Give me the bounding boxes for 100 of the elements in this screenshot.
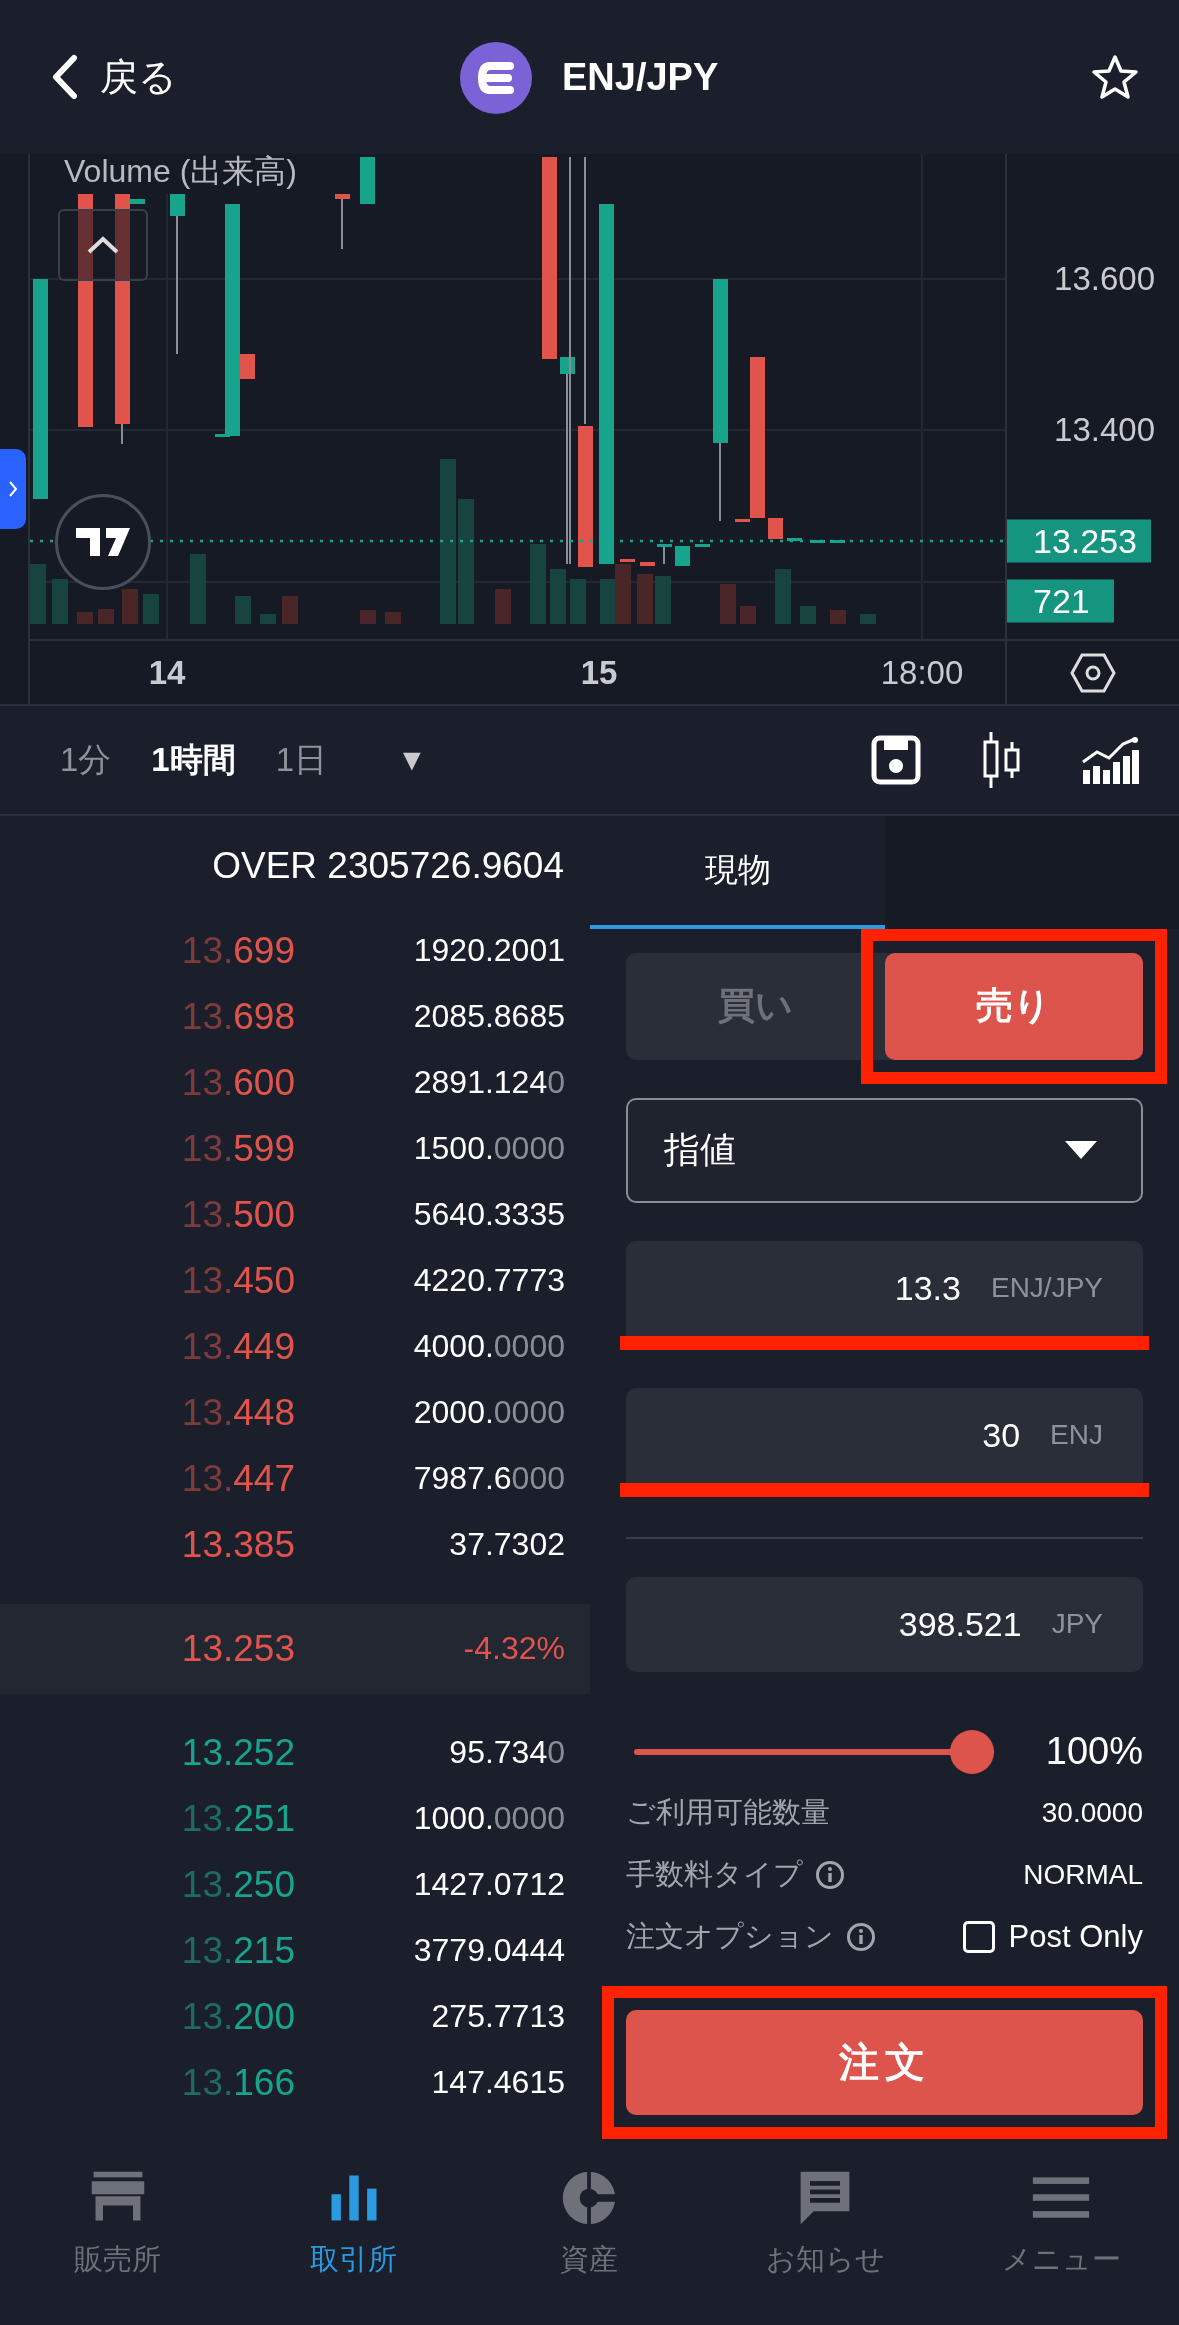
volume-bar: [800, 606, 816, 625]
nav-tab[interactable]: 販売所: [0, 2167, 236, 2325]
candle: [830, 540, 845, 544]
unit-label: JPY: [1051, 1608, 1103, 1641]
timeframe-tab[interactable]: 1分: [60, 737, 112, 783]
nav-tab[interactable]: 資産: [471, 2167, 708, 2325]
post-only-checkbox[interactable]: Post Only: [962, 1918, 1143, 1955]
order-button[interactable]: 注文: [626, 2009, 1143, 2115]
order-price[interactable]: 13.500: [0, 1193, 295, 1236]
volume-bar: [235, 596, 251, 625]
order-price[interactable]: 13.600: [0, 1061, 295, 1104]
input-field[interactable]: 30 ENJ: [626, 1387, 1143, 1483]
price-change: -4.32%: [462, 1630, 565, 1668]
time-axis-label: 18:00: [880, 653, 964, 692]
back-button[interactable]: 戻る: [50, 51, 177, 103]
timeframe-dropdown[interactable]: ▼: [397, 743, 427, 778]
order-price[interactable]: 13.448: [0, 1391, 295, 1434]
order-price[interactable]: 13.252: [0, 1731, 295, 1774]
indicators-icon[interactable]: [1081, 736, 1139, 785]
nav-tab[interactable]: お知らせ: [707, 2167, 944, 2325]
order-amount: 4000.0000: [412, 1328, 565, 1366]
order-type-tab[interactable]: 現物: [590, 815, 885, 929]
order-price[interactable]: 13.385: [0, 1523, 295, 1566]
save-icon[interactable]: [871, 735, 921, 786]
order-amount: 1427.0712: [412, 1866, 565, 1904]
candle: [675, 546, 690, 567]
amount-slider[interactable]: [634, 1729, 994, 1774]
order-amount: 1920.2001: [412, 932, 565, 970]
volume-bar: [98, 609, 114, 625]
nav-tab[interactable]: メニュー: [943, 2167, 1179, 2325]
order-book-header: OVER 2305726.9604: [211, 843, 565, 888]
info-label: 注文オプション: [626, 1918, 834, 1954]
candle: [695, 544, 710, 548]
info-icon[interactable]: [846, 1921, 876, 1952]
order-price[interactable]: 13.215: [0, 1929, 295, 1972]
price-axis-label: 13.600: [1054, 260, 1155, 299]
checkbox-icon[interactable]: [962, 1920, 995, 1953]
order-amount: 2891.1240: [412, 1064, 565, 1102]
order-amount: 1000.0000: [412, 1800, 565, 1838]
settings-icon[interactable]: [1070, 651, 1116, 694]
order-price[interactable]: 13.449: [0, 1325, 295, 1368]
info-label: 手数料タイプ: [626, 1856, 803, 1892]
timeframe-tab[interactable]: 1日: [275, 737, 328, 783]
volume-bar: [600, 579, 616, 625]
order-price[interactable]: 13.251: [0, 1797, 295, 1840]
timeframe-tab[interactable]: 1時間: [151, 737, 236, 783]
back-icon[interactable]: [50, 54, 78, 101]
volume-bar: [637, 574, 653, 625]
nav-tab[interactable]: 取引所: [235, 2167, 472, 2325]
volume-bar: [282, 596, 298, 625]
side-button[interactable]: 買い: [626, 952, 885, 1060]
volume-bar: [655, 576, 671, 625]
dropdown-caret-icon: [1065, 1141, 1097, 1160]
side-button[interactable]: 売り: [884, 952, 1143, 1060]
order-amount: 2085.8685: [412, 998, 565, 1036]
volume-bar: [830, 610, 846, 625]
favorite-star-icon[interactable]: [1091, 54, 1139, 101]
order-price[interactable]: 13.599: [0, 1127, 295, 1170]
order-amount: 275.7713: [430, 1998, 565, 2036]
input-field[interactable]: 13.3 ENJ/JPY: [626, 1240, 1143, 1336]
volume-bar: [550, 569, 566, 625]
volume-bar: [495, 589, 511, 625]
volume-bar: [190, 554, 206, 625]
volume-bar: [740, 606, 756, 625]
candle: [787, 538, 802, 542]
volume-bar: [860, 614, 876, 625]
volume-bar: [775, 569, 791, 625]
info-value: 30.0000: [1041, 1796, 1143, 1829]
order-amount: 2000.0000: [412, 1394, 565, 1432]
order-price[interactable]: 13.250: [0, 1863, 295, 1906]
order-type-dropdown[interactable]: 指値: [626, 1097, 1143, 1203]
volume-bar: [77, 612, 93, 625]
order-amount: 1500.0000: [412, 1130, 565, 1168]
order-price[interactable]: 13.698: [0, 995, 295, 1038]
order-amount: 37.7302: [448, 1526, 565, 1564]
total-field[interactable]: 398.521 JPY: [626, 1576, 1143, 1672]
pair-title: ENJ/JPY: [562, 56, 719, 99]
order-price[interactable]: 13.450: [0, 1259, 295, 1302]
info-icon[interactable]: [815, 1859, 845, 1890]
volume-bar: [30, 564, 46, 625]
order-price[interactable]: 13.166: [0, 2061, 295, 2104]
candle: [335, 193, 350, 251]
order-amount: 95.7340: [448, 1734, 565, 1772]
volume-bar: [360, 610, 376, 625]
order-amount: 4220.7773: [412, 1262, 565, 1300]
order-amount: 147.4615: [430, 2064, 565, 2102]
side-panel-handle[interactable]: [0, 449, 26, 530]
candle: [810, 540, 825, 544]
info-value: NORMAL: [1023, 1858, 1143, 1891]
volume-bar: [122, 589, 138, 625]
order-amount: 3779.0444: [412, 1932, 565, 1970]
volume-bar: [385, 612, 401, 625]
collapse-button[interactable]: [58, 209, 148, 282]
order-price[interactable]: 13.699: [0, 929, 295, 972]
candle: [768, 518, 783, 540]
order-price[interactable]: 13.200: [0, 1995, 295, 2038]
candle: [657, 543, 672, 566]
volume-bar: [260, 614, 276, 625]
coin-logo-icon: [460, 41, 532, 114]
order-price[interactable]: 13.447: [0, 1457, 295, 1500]
